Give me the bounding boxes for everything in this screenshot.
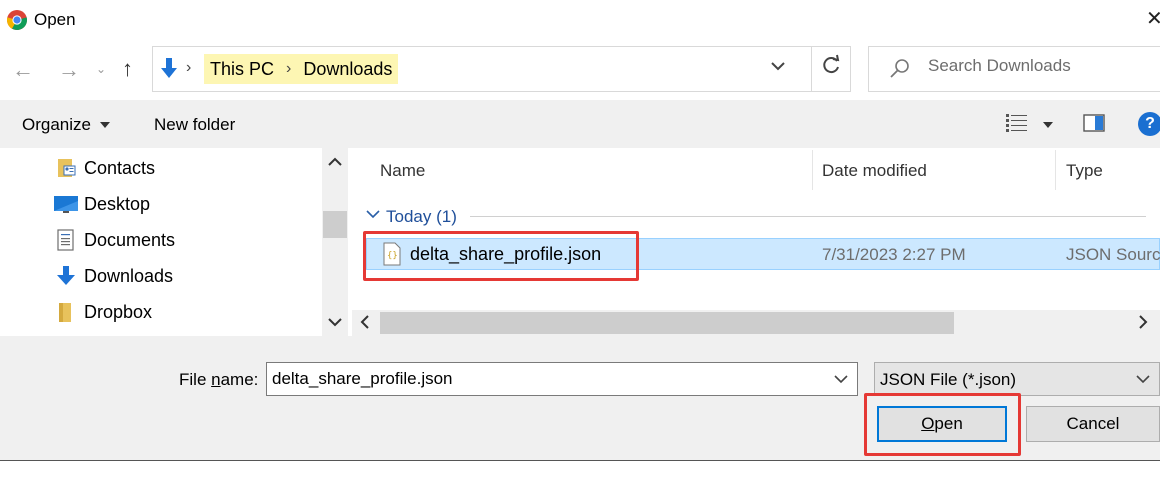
caret-down-icon[interactable]	[1043, 120, 1053, 131]
bottom-border	[0, 460, 1160, 461]
nav-item-documents[interactable]: Documents	[54, 223, 175, 257]
nav-item-dropbox[interactable]: Dropbox	[54, 295, 152, 329]
type-cell: JSON Source	[1066, 245, 1160, 264]
download-arrow-icon	[161, 58, 177, 78]
scroll-up-icon[interactable]	[328, 156, 342, 170]
chevron-down-icon[interactable]	[366, 208, 380, 222]
file-highlight-box	[363, 231, 639, 281]
nav-scrollbar[interactable]	[322, 148, 348, 336]
contacts-icon	[58, 159, 76, 177]
group-header[interactable]: Today (1)	[386, 207, 457, 227]
nav-item-label: Documents	[84, 229, 176, 250]
nav-item-label: Contacts	[84, 157, 156, 178]
scroll-right-icon[interactable]	[1138, 315, 1148, 332]
breadcrumb-this-pc[interactable]: This PC	[210, 59, 274, 80]
nav-item-desktop[interactable]: Desktop	[54, 187, 150, 221]
close-icon[interactable]: ✕	[1146, 6, 1160, 31]
scroll-left-icon[interactable]	[360, 315, 370, 332]
new-folder-button[interactable]: New folder	[154, 115, 235, 135]
nav-item-contacts[interactable]: Contacts	[54, 151, 155, 185]
caret-down-icon[interactable]	[100, 120, 110, 131]
cancel-button[interactable]: Cancel	[1026, 406, 1160, 442]
desktop-icon	[54, 196, 78, 213]
column-header-date[interactable]: Date modified	[822, 161, 927, 181]
chevron-down-icon[interactable]	[1136, 371, 1150, 387]
breadcrumb: This PC › Downloads	[204, 54, 399, 84]
recent-locations-icon[interactable]: ⌄	[96, 62, 106, 76]
view-options-icon[interactable]	[1005, 112, 1029, 134]
title-bar	[0, 0, 1160, 40]
file-name-input[interactable]	[272, 369, 822, 389]
nav-item-downloads[interactable]: Downloads	[54, 259, 173, 293]
documents-icon	[57, 229, 74, 251]
scroll-down-icon[interactable]	[328, 316, 342, 330]
nav-item-label: Downloads	[84, 265, 174, 286]
chevron-down-icon[interactable]	[834, 371, 848, 387]
horizontal-scrollbar-thumb[interactable]	[380, 312, 954, 334]
refresh-icon[interactable]	[820, 54, 842, 82]
downloads-icon	[57, 266, 75, 285]
date-modified-cell: 7/31/2023 2:27 PM	[822, 245, 966, 264]
file-name-label: File name:	[179, 370, 259, 389]
preview-pane-icon[interactable]	[1083, 114, 1105, 132]
back-button[interactable]: ←	[12, 57, 34, 83]
group-divider	[470, 216, 1146, 217]
nav-item-label: Desktop	[84, 193, 151, 214]
column-divider[interactable]	[1055, 150, 1056, 190]
file-type-value: JSON File (*.json)	[880, 370, 1017, 389]
nav-item-label: Dropbox	[84, 301, 153, 322]
search-input[interactable]	[928, 56, 1148, 76]
column-header-name[interactable]: Name	[380, 161, 425, 181]
breadcrumb-downloads[interactable]: Downloads	[303, 59, 392, 80]
chrome-icon	[6, 10, 28, 31]
open-highlight-box	[864, 393, 1021, 456]
up-button[interactable]: ↑	[122, 56, 133, 82]
organize-button[interactable]: Organize	[22, 115, 91, 135]
window-title: Open	[34, 10, 76, 29]
column-header-type[interactable]: Type	[1066, 161, 1103, 181]
forward-button[interactable]: →	[58, 57, 80, 83]
chevron-right-icon[interactable]: ›	[286, 60, 291, 78]
dropbox-folder-icon	[59, 303, 71, 322]
nav-scrollbar-thumb[interactable]	[323, 211, 347, 238]
column-divider[interactable]	[812, 150, 813, 190]
chevron-right-icon: ›	[186, 59, 192, 76]
search-icon	[890, 59, 909, 78]
help-icon[interactable]: ?	[1138, 112, 1160, 136]
chevron-down-icon[interactable]	[770, 59, 786, 77]
